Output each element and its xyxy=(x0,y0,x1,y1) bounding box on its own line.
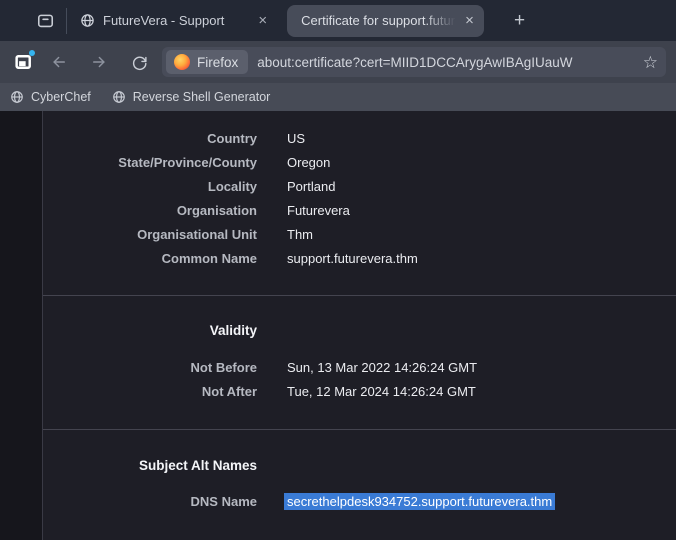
row-value: Sun, 13 Mar 2022 14:26:24 GMT xyxy=(287,360,477,375)
bookmark-cyberchef[interactable]: CyberChef xyxy=(10,90,91,104)
forward-button[interactable] xyxy=(84,47,114,77)
browser-window: FutureVera - Support × Certificate for s… xyxy=(0,0,676,540)
tab-futurevera-support[interactable]: FutureVera - Support × xyxy=(80,11,271,30)
row-value: Tue, 12 Mar 2024 14:26:24 GMT xyxy=(287,384,476,399)
row-value: Oregon xyxy=(287,155,330,170)
row-label: Organisation xyxy=(43,203,257,218)
container-badge[interactable]: Firefox xyxy=(166,50,248,74)
toolbox-icon[interactable] xyxy=(36,11,55,30)
cert-row-state: State/Province/County Oregon xyxy=(43,150,676,174)
row-value: Portland xyxy=(287,179,335,194)
cert-row-locality: Locality Portland xyxy=(43,174,676,198)
cert-row-organisational-unit: Organisational Unit Thm xyxy=(43,222,676,246)
row-label: Common Name xyxy=(43,251,257,266)
bookmark-reverse-shell-generator[interactable]: Reverse Shell Generator xyxy=(112,90,271,104)
cert-row-common-name: Common Name support.futurevera.thm xyxy=(43,246,676,270)
section-heading: Subject Alt Names xyxy=(43,457,257,475)
row-value: US xyxy=(287,131,305,146)
tab-title: FutureVera - Support xyxy=(103,13,224,28)
close-tab-icon[interactable]: × xyxy=(461,11,478,30)
globe-icon xyxy=(80,13,95,28)
container-badge-label: Firefox xyxy=(197,55,238,70)
section-heading: Validity xyxy=(43,322,257,340)
subject-alt-names-section: Subject Alt Names DNS Name secrethelpdes… xyxy=(43,429,676,540)
address-bar[interactable]: Firefox about:certificate?cert=MIID1DCCA… xyxy=(162,47,666,77)
row-label: Locality xyxy=(43,179,257,194)
cert-row-not-before: Not Before Sun, 13 Mar 2022 14:26:24 GMT xyxy=(43,355,676,379)
bookmark-label: Reverse Shell Generator xyxy=(133,90,271,104)
page-gutter xyxy=(0,111,42,540)
row-value: Futurevera xyxy=(287,203,350,218)
certificate-table: Country US State/Province/County Oregon … xyxy=(42,111,676,540)
bookmark-label: CyberChef xyxy=(31,90,91,104)
close-tab-icon[interactable]: × xyxy=(254,11,271,30)
certificate-page: Country US State/Province/County Oregon … xyxy=(0,111,676,540)
row-label: Not After xyxy=(43,384,257,399)
subject-name-section: Country US State/Province/County Oregon … xyxy=(43,111,676,295)
row-label: Organisational Unit xyxy=(43,227,257,242)
container-window-icon[interactable] xyxy=(12,50,36,74)
navigation-toolbar: Firefox about:certificate?cert=MIID1DCCA… xyxy=(0,41,676,83)
dns-name-selected-text[interactable]: secrethelpdesk934752.support.futurevera.… xyxy=(284,493,555,510)
cert-row-country: Country US xyxy=(43,126,676,150)
cert-row-organisation: Organisation Futurevera xyxy=(43,198,676,222)
row-label: State/Province/County xyxy=(43,155,257,170)
new-tab-button[interactable]: + xyxy=(508,10,531,32)
bookmark-star-icon[interactable]: ☆ xyxy=(643,54,658,71)
validity-section: Validity Not Before Sun, 13 Mar 2022 14:… xyxy=(43,295,676,429)
tabbar-separator xyxy=(66,8,67,34)
bookmarks-toolbar: CyberChef Reverse Shell Generator xyxy=(0,83,676,111)
tab-overview-area xyxy=(0,0,66,41)
row-label: DNS Name xyxy=(43,494,257,509)
tab-title: Certificate for support.futur xyxy=(301,13,459,28)
tab-certificate[interactable]: Certificate for support.futur × xyxy=(287,5,484,37)
notification-dot xyxy=(29,50,35,56)
row-value: Thm xyxy=(287,227,313,242)
firefox-logo-icon xyxy=(174,54,190,70)
cert-row-dns-name: DNS Name secrethelpdesk934752.support.fu… xyxy=(43,489,676,513)
row-label: Not Before xyxy=(43,360,257,375)
cert-row-not-after: Not After Tue, 12 Mar 2024 14:26:24 GMT xyxy=(43,379,676,403)
row-value: support.futurevera.thm xyxy=(287,251,418,266)
url-text[interactable]: about:certificate?cert=MIID1DCCArygAwIBA… xyxy=(257,55,636,70)
back-button[interactable] xyxy=(44,47,74,77)
row-label: Country xyxy=(43,131,257,146)
reload-button[interactable] xyxy=(124,47,154,77)
tab-bar: FutureVera - Support × Certificate for s… xyxy=(0,0,676,41)
